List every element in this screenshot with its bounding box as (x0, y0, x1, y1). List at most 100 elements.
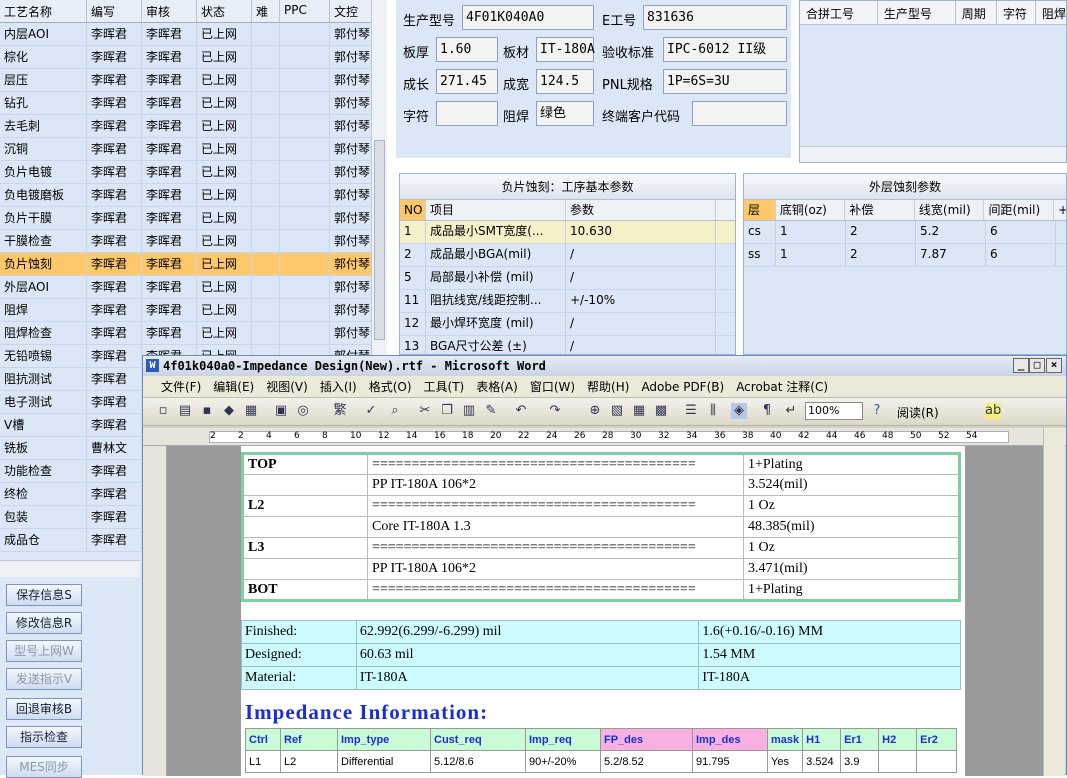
insert-cursor-icon[interactable]: ↵ (783, 403, 799, 419)
menu-item[interactable]: 窗口(W) (530, 378, 575, 395)
pnl-spec-field[interactable]: 1P=6S=3U (663, 69, 787, 94)
list-row[interactable]: 去毛刺 李晖君 李晖君 已上网 郭付琴 (0, 115, 386, 138)
etch-param-row[interactable]: 11 阻抗线宽/线距控制... +/-10% (400, 290, 735, 313)
maximize-icon[interactable]: □ (1029, 358, 1045, 373)
outer-param-row[interactable]: ss 1 2 7.87 6 (744, 244, 1066, 267)
length-field[interactable]: 271.45 (436, 69, 498, 94)
col-header[interactable]: NO (400, 200, 426, 220)
list-row[interactable]: 外层AOI 李晖君 李晖君 已上网 郭付琴 (0, 276, 386, 299)
col-header[interactable]: 周期 (956, 1, 997, 24)
menu-item[interactable]: Acrobat 注释(C) (736, 378, 828, 395)
list-row[interactable]: 内层AOI 李晖君 李晖君 已上网 郭付琴 (0, 23, 386, 46)
menu-item[interactable]: 工具(T) (424, 378, 465, 395)
horizontal-ruler[interactable]: 2 2 4 6 8 10 12 14 16 18 20 22 24 26 28 30 32 34 36 38 40 42 4… (143, 428, 1066, 446)
columns-icon[interactable]: ☰ (683, 403, 699, 419)
insert-table-icon[interactable]: ▦ (631, 403, 647, 419)
etch-param-row[interactable]: 1 成品最小SMT宽度(... 10.630 (400, 221, 735, 244)
col-header[interactable]: 生产型号 (878, 1, 956, 24)
menu-item[interactable]: Adobe PDF(B) (641, 380, 724, 394)
col-header[interactable]: 补偿 (845, 200, 915, 220)
col-header[interactable]: 难 (252, 0, 280, 22)
copy-icon[interactable]: ❐ (439, 403, 455, 419)
col-header[interactable]: 文控 (330, 0, 374, 22)
list-row[interactable]: 负片蚀刻 李晖君 李晖君 已上网 郭付琴 (0, 253, 386, 276)
col-header[interactable]: 审核 (142, 0, 197, 22)
menu-item[interactable]: 帮助(H) (587, 378, 629, 395)
read-mode-button[interactable]: 阅读(R) (897, 404, 939, 421)
close-icon[interactable]: × (1046, 358, 1062, 373)
drawing-icon[interactable]: ⫼ (705, 403, 721, 419)
list-row[interactable]: 负电镀磨板 李晖君 李晖君 已上网 郭付琴 (0, 184, 386, 207)
e-number-field[interactable]: 831636 (643, 5, 787, 30)
col-header[interactable]: 状态 (197, 0, 252, 22)
hyperlink-icon[interactable]: ⊕ (587, 403, 603, 419)
soldermask-field[interactable]: 绿色 (536, 101, 594, 126)
format-painter-icon[interactable]: ✎ (483, 403, 499, 419)
save-icon[interactable]: ▪ (199, 403, 215, 419)
prod-model-field[interactable]: 4F01K040A0 (462, 5, 594, 30)
send-instruction-button[interactable]: 发送指示V (6, 668, 82, 690)
col-header[interactable]: 工艺名称 (0, 0, 87, 22)
tables-borders-icon[interactable]: ▧ (609, 403, 625, 419)
etch-param-row[interactable]: 2 成品最小BGA(mil) / (400, 244, 735, 267)
list-row[interactable]: 负片电镀 李晖君 李晖君 已上网 郭付琴 (0, 161, 386, 184)
list-row[interactable]: 沉铜 李晖君 李晖君 已上网 郭付琴 (0, 138, 386, 161)
col-header[interactable]: 字符 (997, 1, 1036, 24)
list-row[interactable]: 阻焊 李晖君 李晖君 已上网 郭付琴 (0, 299, 386, 322)
list-row[interactable]: 阻焊检查 李晖君 李晖君 已上网 郭付琴 (0, 322, 386, 345)
modify-info-button[interactable]: 修改信息R (6, 612, 82, 634)
menu-item[interactable]: 插入(I) (320, 378, 357, 395)
etch-param-row[interactable]: 12 最小焊环宽度 (mil) / (400, 313, 735, 336)
col-header[interactable]: 底铜(oz) (776, 200, 846, 220)
material-field[interactable]: IT-180A (536, 37, 595, 62)
list-row[interactable]: 干膜检查 李晖君 李晖君 已上网 郭付琴 (0, 230, 386, 253)
list-row[interactable]: 棕化 李晖君 李晖君 已上网 郭付琴 (0, 46, 386, 69)
spelling-icon[interactable]: ✓ (363, 403, 379, 419)
vertical-ruler[interactable] (143, 446, 167, 776)
col-header[interactable]: 线宽(mil) (915, 200, 985, 220)
highlight-icon[interactable]: ab (985, 403, 1001, 419)
list-row[interactable]: 钻孔 李晖君 李晖君 已上网 郭付琴 (0, 92, 386, 115)
col-header[interactable]: 间距(mil) (984, 200, 1055, 220)
col-header[interactable]: 参数 (566, 200, 716, 220)
save-info-button[interactable]: 保存信息S (6, 584, 82, 606)
char-field[interactable] (436, 101, 498, 126)
etch-param-row[interactable]: 13 BGA尺寸公差 (±) / (400, 336, 735, 354)
col-header[interactable]: 项目 (426, 200, 566, 220)
insert-excel-icon[interactable]: ▩ (653, 403, 669, 419)
col-header[interactable]: 合拼工号 (800, 1, 878, 24)
menu-item[interactable]: 文件(F) (161, 378, 201, 395)
cut-icon[interactable]: ✂ (417, 403, 433, 419)
preview-icon[interactable]: ◎ (295, 403, 311, 419)
etch-param-row[interactable]: 5 局部最小补偿 (mil) / (400, 267, 735, 290)
list-vertical-scrollbar[interactable] (371, 0, 387, 356)
col-header[interactable]: + (1054, 200, 1066, 220)
acceptance-field[interactable]: IPC-6012 II级 (663, 37, 787, 62)
show-hide-icon[interactable]: ¶ (759, 403, 775, 419)
list-row[interactable]: 负片干膜 李晖君 李晖君 已上网 郭付琴 (0, 207, 386, 230)
col-header[interactable]: 阻焊 (1036, 1, 1066, 24)
redo-icon[interactable]: ↷ (547, 403, 563, 419)
research-icon[interactable]: ⌕ (387, 403, 403, 419)
col-header[interactable]: 编写 (87, 0, 142, 22)
menu-item[interactable]: 视图(V) (266, 378, 308, 395)
zoom-select[interactable]: 100% (805, 402, 863, 420)
customer-code-field[interactable] (692, 101, 787, 126)
pdf-icon[interactable]: ◆ (221, 403, 237, 419)
word-vertical-scrollbar[interactable] (1043, 428, 1065, 776)
open-icon[interactable]: ▤ (177, 403, 193, 419)
list-row[interactable]: 层压 李晖君 李晖君 已上网 郭付琴 (0, 69, 386, 92)
minimize-icon[interactable]: _ (1013, 358, 1029, 373)
traditional-icon[interactable]: 繁 (329, 403, 351, 419)
check-instruction-button[interactable]: 指示检查 (6, 726, 82, 748)
col-header[interactable]: 层 (744, 200, 776, 220)
publish-model-button[interactable]: 型号上网W (6, 640, 82, 662)
undo-icon[interactable]: ↶ (513, 403, 529, 419)
paste-icon[interactable]: ▥ (461, 403, 477, 419)
print-icon[interactable]: ▦ (243, 403, 259, 419)
outer-param-row[interactable]: cs 1 2 5.2 6 (744, 221, 1066, 244)
help-icon[interactable]: ? (869, 403, 885, 419)
merge-table-hscroll[interactable] (800, 146, 1066, 162)
col-header[interactable]: PPC (280, 0, 330, 22)
print-preview-icon[interactable]: ▣ (273, 403, 289, 419)
